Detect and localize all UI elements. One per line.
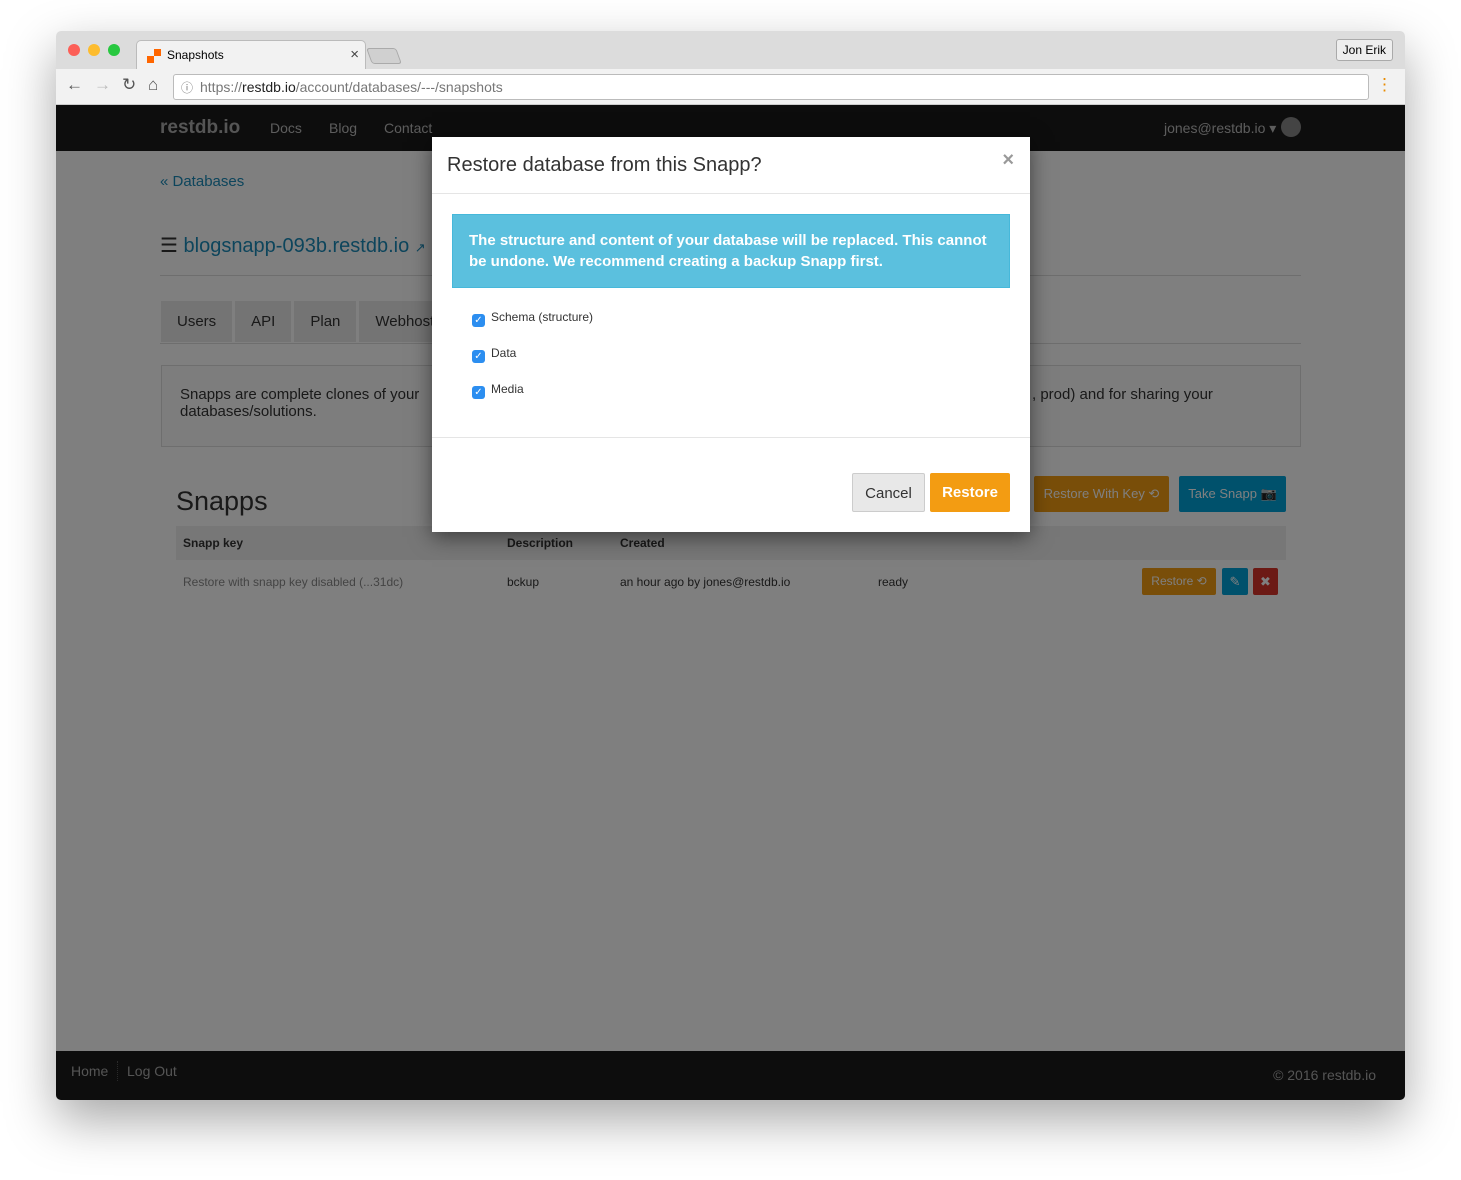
tab-title: Snapshots [167,48,224,62]
new-tab-button[interactable] [366,48,402,64]
schema-checkbox[interactable]: ✓ Schema (structure) [472,310,593,327]
url-input[interactable]: ⓘ https://restdb.io/account/databases/---… [173,74,1369,100]
data-checkbox[interactable]: ✓ Data [472,346,516,363]
warning-alert: The structure and content of your databa… [452,214,1010,288]
checkbox-label: Data [491,346,517,360]
cancel-button[interactable]: Cancel [852,473,925,512]
browser-window: Snapshots × Jon Erik ← → ↻ ⌂ ⓘ https://re… [56,31,1405,1100]
tab-bar: Snapshots × Jon Erik [56,31,1405,70]
back-icon[interactable]: ← [66,75,83,95]
profile-button[interactable]: Jon Erik [1335,39,1393,61]
media-checkbox[interactable]: ✓ Media [472,382,524,399]
address-bar: ← → ↻ ⌂ ⓘ https://restdb.io/account/datab… [56,69,1405,105]
modal-header: Restore database from this Snapp? × [432,137,1030,194]
close-tab-icon[interactable]: × [350,46,359,63]
restore-modal: Restore database from this Snapp? × The … [432,137,1030,532]
close-icon[interactable]: × [1002,149,1014,172]
url-scheme: https:// [200,79,243,95]
restdb-favicon-icon [147,49,161,63]
home-icon[interactable]: ⌂ [148,75,158,95]
page: restdb.io Docs Blog Contact jones@restdb… [56,105,1405,1100]
url-host: restdb.io [242,79,296,95]
menu-icon[interactable]: ⋮ [1376,75,1393,95]
modal-title: Restore database from this Snapp? [447,154,762,176]
checkbox-checked-icon: ✓ [472,350,485,363]
url-path: /account/databases/---/snapshots [295,79,503,95]
info-icon: ⓘ [181,81,194,95]
checkbox-label: Media [491,382,524,396]
reload-icon[interactable]: ↻ [122,75,136,95]
checkbox-checked-icon: ✓ [472,314,485,327]
maximize-window-icon[interactable] [108,44,120,56]
checkbox-checked-icon: ✓ [472,386,485,399]
minimize-window-icon[interactable] [88,44,100,56]
browser-tab[interactable]: Snapshots × [136,40,366,70]
checkbox-label: Schema (structure) [491,310,594,324]
restore-button[interactable]: Restore [930,473,1010,512]
modal-footer-divider [432,437,1030,438]
close-window-icon[interactable] [68,44,80,56]
forward-icon[interactable]: → [94,75,111,95]
